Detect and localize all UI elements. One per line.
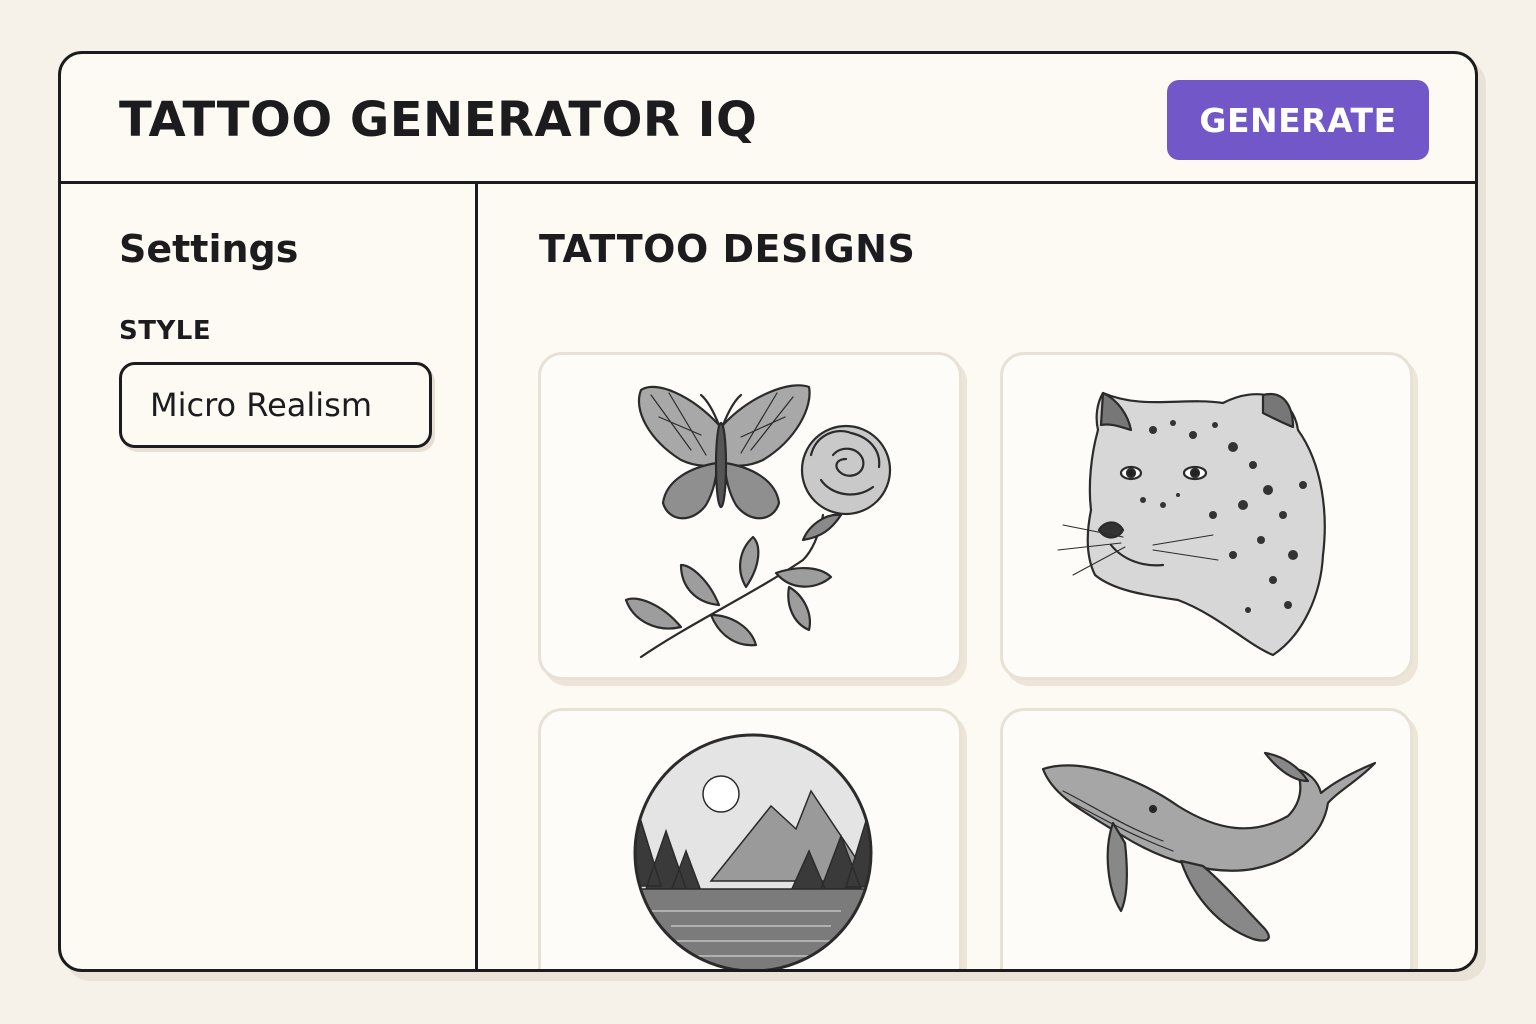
whale-icon [1041, 751, 1377, 942]
settings-title: Settings [119, 227, 299, 271]
designs-title: TATTOO DESIGNS [539, 227, 916, 271]
style-select[interactable]: Micro Realism [119, 362, 432, 448]
app-title: TATTOO GENERATOR IQ [119, 92, 758, 148]
style-label: STYLE [119, 316, 212, 346]
design-card-mountain-lake[interactable] [538, 708, 962, 969]
design-card-whale[interactable] [1000, 708, 1413, 969]
app-window: TATTOO GENERATOR IQ GENERATE Settings ST… [58, 51, 1478, 972]
mountain-lake-circle-icon [633, 733, 873, 969]
designs-panel: TATTOO DESIGNS [481, 184, 1475, 969]
leopard-head-icon [1057, 391, 1326, 657]
generate-button[interactable]: GENERATE [1167, 80, 1429, 160]
butterfly-rose-icon [624, 384, 892, 659]
design-card-butterfly-rose[interactable] [538, 352, 962, 680]
settings-sidebar: Settings STYLE Micro Realism [61, 184, 478, 969]
app-header: TATTOO GENERATOR IQ GENERATE [61, 54, 1475, 184]
design-card-leopard[interactable] [1000, 352, 1413, 680]
